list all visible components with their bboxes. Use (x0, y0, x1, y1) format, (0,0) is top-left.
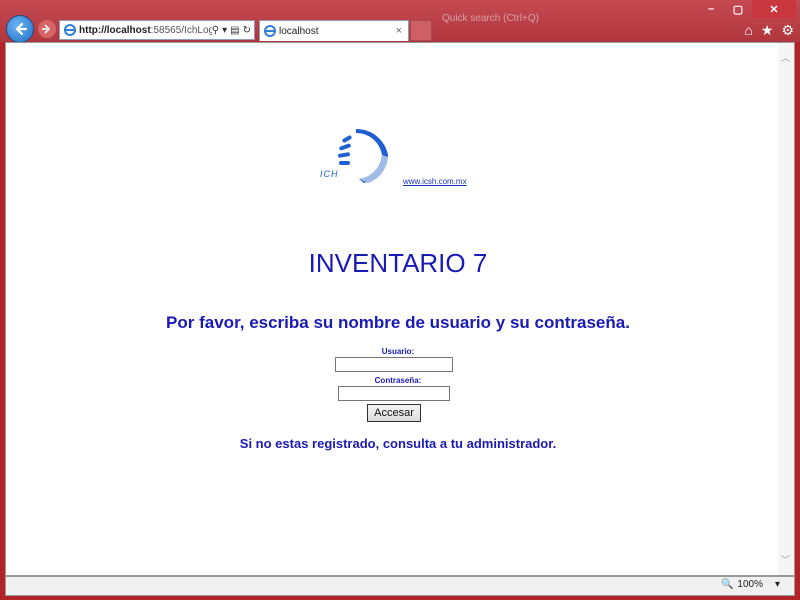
ghost-search-text: Quick search (Ctrl+Q) (442, 13, 539, 24)
password-label: Contraseña: (374, 376, 422, 385)
compatibility-view-icon[interactable]: ▤ (230, 25, 239, 36)
chevron-down-icon[interactable]: ▾ (775, 579, 780, 590)
password-input[interactable] (338, 386, 450, 401)
address-bar[interactable]: http://localhost:58565/IchLogir ⚲ ▾ ▤ ↻ (59, 20, 255, 40)
browser-titlebar: http://localhost:58565/IchLogir ⚲ ▾ ▤ ↻ … (0, 0, 800, 43)
registration-note: Si no estas registrado, consulta a tu ad… (239, 436, 557, 451)
gear-icon[interactable]: ⚙ (781, 22, 794, 39)
page-title: INVENTARIO 7 (308, 248, 488, 278)
forward-button[interactable] (37, 19, 57, 39)
dropdown-arrow-icon[interactable]: ▾ (222, 25, 227, 36)
close-window-button[interactable]: ✕ (752, 0, 796, 18)
favorites-star-icon[interactable]: ★ (761, 22, 774, 39)
home-icon[interactable]: ⌂ (744, 22, 752, 39)
search-icon[interactable]: ⚲ (212, 25, 219, 36)
zoom-control[interactable]: 🔍 100% ▾ (721, 579, 780, 590)
scroll-up-icon[interactable]: ︿ (781, 51, 790, 64)
ie-page-icon (264, 25, 276, 37)
ie-page-icon (64, 24, 76, 36)
logo-text: ICH (320, 169, 339, 179)
toolbar-icons: ⌂ ★ ⚙ (744, 22, 794, 39)
ich-logo-graphic (338, 128, 388, 183)
ich-logo: ICH www.icsh.com.mx (316, 125, 486, 190)
arrow-right-icon (42, 24, 51, 34)
new-tab-button[interactable] (410, 20, 432, 41)
tab-localhost[interactable]: localhost × (259, 20, 409, 41)
zoom-level: 100% (737, 579, 763, 590)
page-content: ICH www.icsh.com.mx INVENTARIO 7 Por fav… (5, 42, 795, 576)
refresh-icon[interactable]: ↻ (243, 25, 251, 36)
tab-title: localhost (279, 25, 319, 37)
close-tab-icon[interactable]: × (396, 25, 402, 37)
website-link[interactable]: www.icsh.com.mx (403, 177, 467, 186)
arrow-left-icon (15, 22, 28, 36)
address-text: http://localhost:58565/IchLogir (79, 24, 212, 36)
vertical-scrollbar[interactable]: ︿ ﹀ (778, 43, 794, 575)
minimize-button[interactable]: – (698, 0, 724, 18)
instruction-text: Por favor, escriba su nombre de usuario … (166, 313, 630, 332)
browser-window: http://localhost:58565/IchLogir ⚲ ▾ ▤ ↻ … (0, 0, 800, 600)
back-button[interactable] (6, 15, 34, 43)
maximize-button[interactable]: ▢ (725, 0, 751, 18)
accesar-button[interactable]: Accesar (366, 403, 422, 423)
usuario-label: Usuario: (381, 347, 415, 356)
scroll-down-icon[interactable]: ﹀ (781, 553, 790, 566)
status-bar: 🔍 100% ▾ (5, 576, 795, 596)
usuario-input[interactable] (335, 357, 453, 372)
zoom-icon: 🔍 (720, 579, 734, 590)
window-controls: – ▢ ✕ (698, 0, 796, 18)
